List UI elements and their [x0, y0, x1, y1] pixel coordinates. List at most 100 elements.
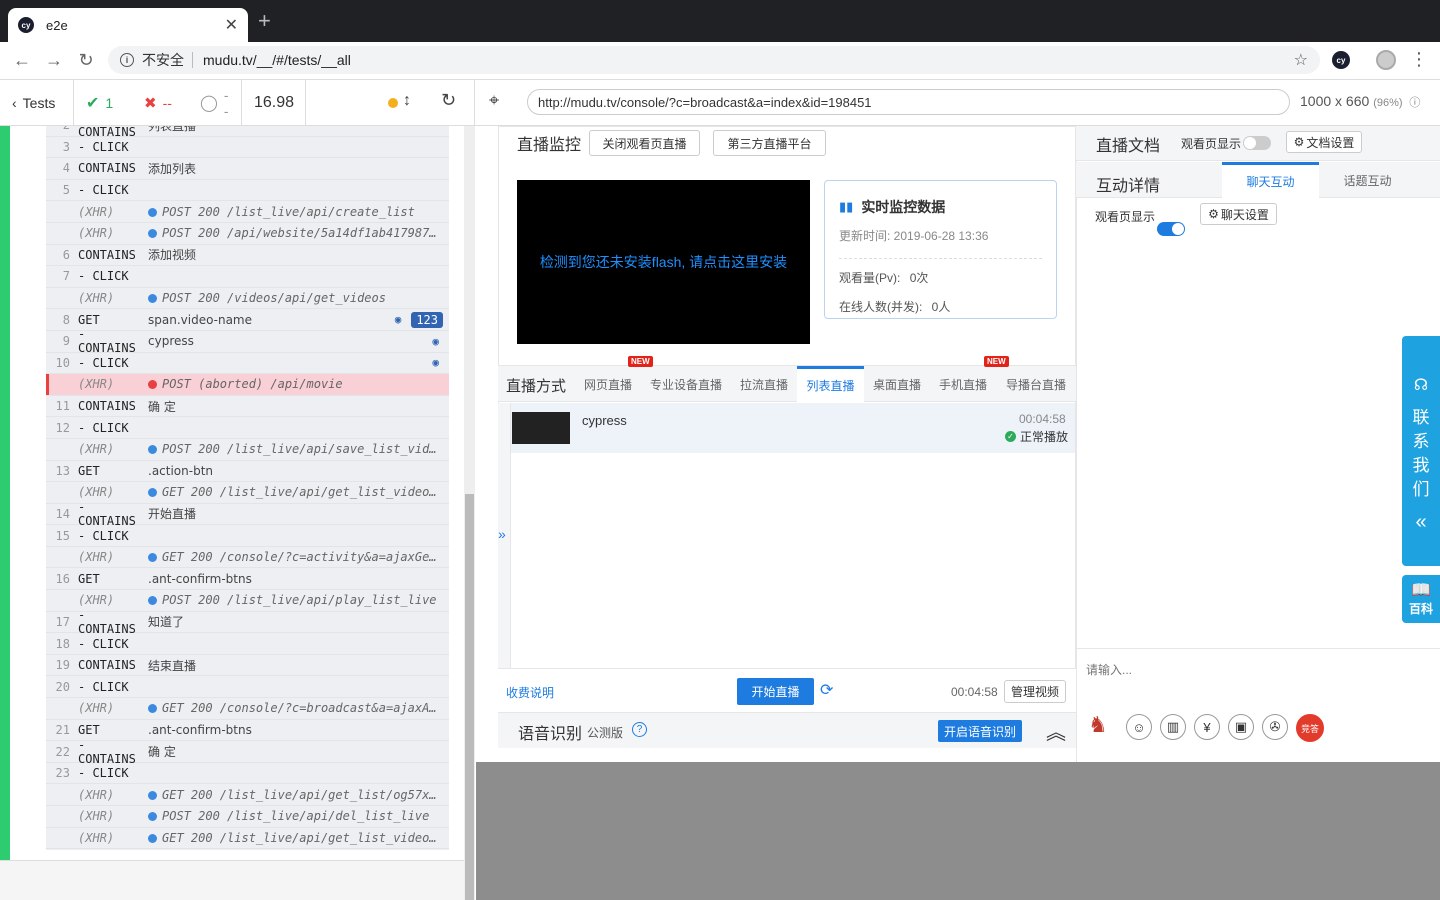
- xhr-row[interactable]: (XHR) POST 200 /list_live/api/del_list_li…: [46, 806, 449, 828]
- tab-chat-interaction[interactable]: 聊天互动: [1222, 162, 1319, 198]
- command-message-text: .action-btn: [148, 463, 214, 478]
- command-row[interactable]: 14 - CONTAINS 开始直播: [46, 500, 449, 528]
- command-row[interactable]: 11 CONTAINS 确 定: [46, 396, 449, 418]
- chat-input[interactable]: [1086, 656, 1386, 684]
- video-list-item[interactable]: [511, 403, 1075, 453]
- aut-url-field[interactable]: http://mudu.tv/console/?c=broadcast&a=in…: [527, 89, 1290, 115]
- command-row[interactable]: 18 - CLICK: [46, 633, 449, 655]
- command-name: CONTAINS: [78, 247, 136, 262]
- command-row[interactable]: 10 - CLICK ◉: [46, 353, 449, 375]
- command-row[interactable]: 23 - CLICK: [46, 763, 449, 785]
- expand-double-chevron-icon[interactable]: »: [498, 526, 506, 542]
- red-packet-icon[interactable]: ¥: [1194, 714, 1220, 740]
- tab-list-live[interactable]: 列表直播: [797, 366, 864, 402]
- doc-show-toggle[interactable]: [1243, 136, 1271, 150]
- contact-us-sidebar[interactable]: ☊ 联 系 我 们 «: [1402, 336, 1440, 566]
- third-party-platform-button[interactable]: 第三方直播平台: [713, 130, 826, 156]
- doc-settings-button[interactable]: ⚙ 文档设置: [1286, 131, 1362, 153]
- close-watch-live-button[interactable]: 关闭观看页直播: [589, 130, 700, 156]
- chevron-left-icon: ‹: [12, 95, 17, 111]
- command-message-text: GET 200 /console/?c=activity&a=ajaxGe…: [162, 550, 437, 565]
- command-row[interactable]: 16 GET .ant-confirm-btns: [46, 568, 449, 591]
- refresh-cycle-icon[interactable]: ⟳: [820, 680, 833, 700]
- restart-icon[interactable]: ↻: [441, 90, 456, 111]
- command-row[interactable]: 2- CONTAINS列表直播: [46, 126, 449, 139]
- info-icon[interactable]: i: [120, 53, 134, 67]
- more-menu-icon[interactable]: ⋮: [1410, 48, 1428, 70]
- tab-pro-device-live[interactable]: 专业设备直播: [641, 366, 731, 402]
- selector-playground-crosshair-icon[interactable]: ⌖: [489, 90, 499, 111]
- xhr-row[interactable]: (XHR) POST 200 /list_live/api/create_list: [46, 201, 449, 223]
- emoji-icon[interactable]: ☺: [1126, 714, 1152, 740]
- tab-web-live[interactable]: 网页直播: [575, 366, 641, 402]
- gift-figure-icon[interactable]: ♞: [1088, 712, 1116, 742]
- xhr-row[interactable]: (XHR) GET 200 /list_live/api/get_list_vid…: [46, 828, 449, 850]
- interact-title: 互动详情: [1096, 178, 1161, 195]
- cypress-extension-icon[interactable]: cy: [1332, 51, 1350, 69]
- command-row[interactable]: 22 - CONTAINS 确 定: [46, 738, 449, 766]
- auto-scroll-icon[interactable]: ↕: [403, 92, 411, 110]
- command-row[interactable]: 4 CONTAINS 添加列表: [46, 158, 449, 180]
- command-row[interactable]: 7 - CLICK: [46, 266, 449, 288]
- quiz-icon[interactable]: 竞答: [1296, 714, 1324, 742]
- flash-install-prompt[interactable]: 检测到您还未安装flash, 请点击这里安装: [517, 180, 810, 344]
- command-message: 确 定: [148, 398, 449, 415]
- command-row[interactable]: 19 CONTAINS 结束直播: [46, 655, 449, 677]
- xhr-row[interactable]: (XHR) GET 200 /console/?c=activity&a=ajax…: [46, 547, 449, 569]
- voice-title: 语音识别: [518, 726, 583, 743]
- film-reel-icon[interactable]: ✇: [1262, 714, 1288, 740]
- command-row[interactable]: 9 - CONTAINS cypress ◉: [46, 327, 449, 355]
- xhr-row[interactable]: (XHR) POST (aborted) /api/movie: [46, 374, 449, 396]
- monitor-title: 直播监控: [517, 137, 582, 154]
- help-icon[interactable]: ?: [632, 722, 647, 737]
- command-row[interactable]: 12 - CLICK: [46, 417, 449, 439]
- command-row[interactable]: 13 GET .action-btn: [46, 461, 449, 483]
- fee-link[interactable]: 收费说明: [506, 684, 554, 701]
- start-live-button[interactable]: 开始直播: [737, 678, 814, 705]
- command-row[interactable]: 17 - CONTAINS 知道了: [46, 608, 449, 636]
- xhr-row[interactable]: (XHR) GET 200 /list_live/api/get_list/og5…: [46, 784, 449, 806]
- close-tab-icon[interactable]: ✕: [225, 15, 238, 35]
- address-bar[interactable]: i 不安全 mudu.tv/__/#/tests/__all ☆: [108, 46, 1320, 74]
- encyclopedia-button[interactable]: 📖 百科: [1402, 575, 1440, 623]
- command-message: POST 200 /list_live/api/del_list_live: [148, 809, 449, 823]
- reload-icon[interactable]: ↻: [76, 50, 96, 70]
- tab-pull-stream-live[interactable]: 拉流直播: [731, 366, 797, 402]
- command-row[interactable]: 20 - CLICK: [46, 676, 449, 699]
- browser-tab[interactable]: cy e2e ✕: [8, 8, 248, 42]
- back-arrow-icon[interactable]: ←: [12, 50, 32, 70]
- command-row[interactable]: 5 - CLICK: [46, 180, 449, 202]
- pending-count: ◯ --: [188, 80, 242, 126]
- scrollbar-thumb[interactable]: [465, 494, 474, 900]
- xhr-row[interactable]: (XHR) POST 200 /list_live/api/save_list_v…: [46, 439, 449, 461]
- chat-settings-label: 聊天设置: [1220, 207, 1269, 222]
- chat-show-toggle[interactable]: [1157, 222, 1185, 236]
- pv-label: 观看量(Pv):: [839, 271, 901, 285]
- tab-topic-interaction[interactable]: 话题互动: [1319, 162, 1416, 198]
- command-row[interactable]: 3 - CLICK: [46, 137, 449, 159]
- image-icon[interactable]: ▣: [1228, 714, 1254, 740]
- poll-chart-icon[interactable]: ▥: [1160, 714, 1186, 740]
- command-row[interactable]: 6 CONTAINS 添加视频: [46, 245, 449, 267]
- command-message: GET 200 /list_live/api/get_list_video…: [148, 831, 449, 845]
- new-tab-button[interactable]: +: [258, 10, 271, 32]
- profile-avatar[interactable]: [1376, 50, 1396, 70]
- info-circle-icon[interactable]: ⓘ: [1409, 97, 1420, 109]
- manage-video-button[interactable]: 管理视频: [1004, 680, 1066, 703]
- command-row[interactable]: 15 - CLICK: [46, 525, 449, 547]
- tab-director-live[interactable]: 导播台直播: [996, 366, 1076, 402]
- collapse-up-icon[interactable]: ︽: [1046, 716, 1066, 745]
- forward-arrow-icon[interactable]: →: [44, 50, 64, 70]
- enable-voice-recognition-button[interactable]: 开启语音识别: [938, 720, 1022, 742]
- tests-button[interactable]: ‹ Tests: [0, 80, 74, 126]
- tab-mobile-live[interactable]: 手机直播: [930, 366, 996, 402]
- xhr-row[interactable]: (XHR) GET 200 /console/?c=broadcast&a=aja…: [46, 698, 449, 720]
- tab-desktop-live[interactable]: 桌面直播: [864, 366, 930, 402]
- bookmark-star-icon[interactable]: ☆: [1294, 50, 1308, 70]
- chat-settings-button[interactable]: ⚙ 聊天设置: [1200, 203, 1277, 225]
- xhr-row[interactable]: (XHR) POST 200 /api/website/5a14df1ab4179…: [46, 223, 449, 245]
- command-message-text: POST 200 /list_live/api/save_list_vid…: [162, 442, 437, 457]
- contact-char: 们: [1412, 480, 1430, 499]
- xhr-row[interactable]: (XHR) POST 200 /videos/api/get_videos: [46, 288, 449, 310]
- command-message-text: GET 200 /list_live/api/get_list_video…: [162, 485, 437, 500]
